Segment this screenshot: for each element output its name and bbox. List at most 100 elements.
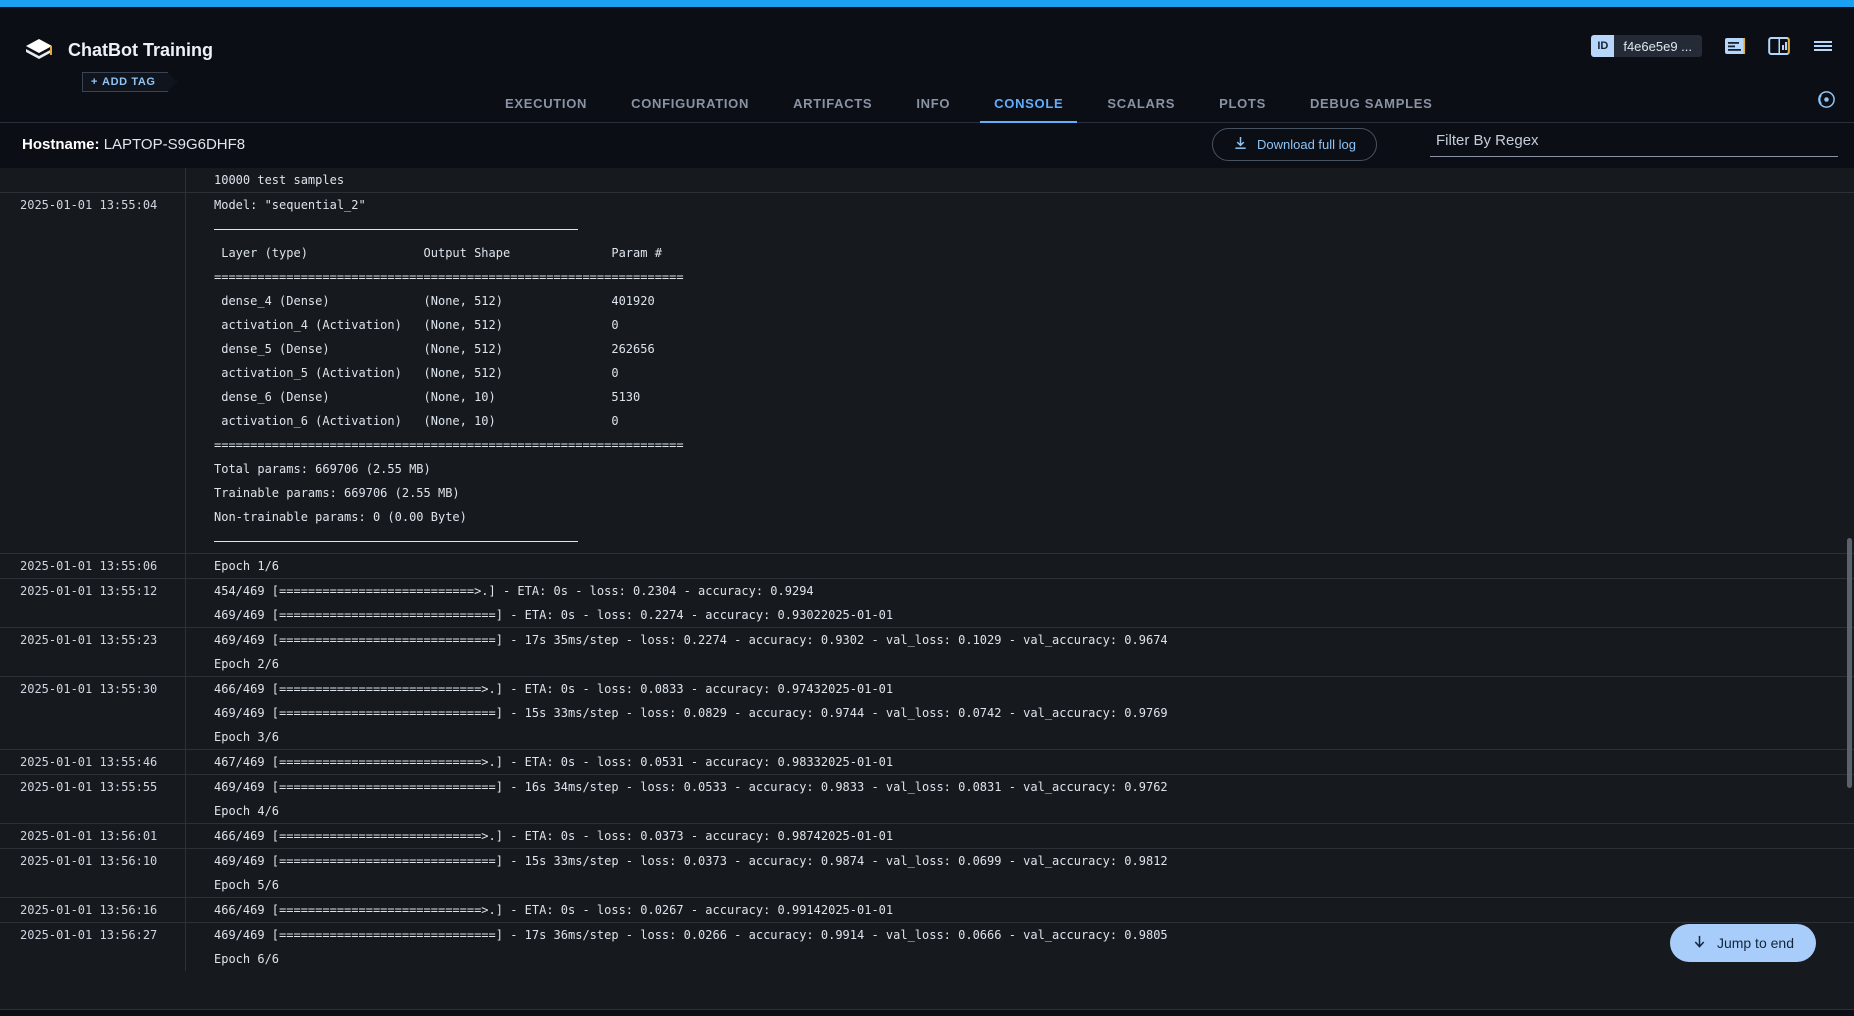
log-message: 467/469 [============================>.]… — [186, 750, 1854, 774]
log-timestamp — [0, 457, 186, 481]
log-message: 466/469 [============================>.]… — [186, 824, 1854, 848]
log-row: dense_6 (Dense) (None, 10) 5130 — [0, 385, 1854, 409]
log-message: activation_5 (Activation) (None, 512) 0 — [186, 361, 1854, 385]
task-id-value: f4e6e5e9 ... — [1614, 39, 1702, 54]
log-timestamp: 2025-01-01 13:55:55 — [0, 775, 186, 799]
tab-scalars[interactable]: SCALARS — [1085, 96, 1197, 122]
log-timestamp — [0, 529, 186, 553]
log-row: 2025-01-01 13:55:23469/469 [============… — [0, 627, 1854, 652]
log-timestamp — [0, 873, 186, 897]
log-row: dense_5 (Dense) (None, 512) 262656 — [0, 337, 1854, 361]
live-refresh-icon[interactable] — [1817, 90, 1836, 114]
tab-configuration[interactable]: CONFIGURATION — [609, 96, 771, 122]
log-row: activation_6 (Activation) (None, 10) 0 — [0, 409, 1854, 433]
log-timestamp: 2025-01-01 13:55:30 — [0, 677, 186, 701]
log-rows: 10000 test samples2025-01-01 13:55:04Mod… — [0, 168, 1854, 971]
log-message: Model: "sequential_2" — [186, 193, 1854, 217]
task-id-badge[interactable]: ID f4e6e5e9 ... — [1591, 35, 1702, 57]
layers-icon — [24, 37, 54, 63]
log-row: 2025-01-01 13:56:10469/469 [============… — [0, 848, 1854, 873]
log-row: Epoch 6/6 — [0, 947, 1854, 971]
log-row: 2025-01-01 13:56:16466/469 [============… — [0, 897, 1854, 922]
log-message: Epoch 5/6 — [186, 873, 1854, 897]
log-timestamp — [0, 701, 186, 725]
tab-debug-samples[interactable]: DEBUG SAMPLES — [1288, 96, 1455, 122]
console-toolbar: Hostname: LAPTOP-S9G6DHF8 Download full … — [0, 124, 1854, 168]
app-header: ChatBot Training + ADD TAG ID f4e6e5e9 .… — [0, 7, 1854, 83]
log-row: 2025-01-01 13:55:12454/469 [============… — [0, 578, 1854, 603]
tab-artifacts[interactable]: ARTIFACTS — [771, 96, 894, 122]
page-title: ChatBot Training — [68, 40, 213, 61]
log-timestamp — [0, 241, 186, 265]
console-log-panel[interactable]: 10000 test samples2025-01-01 13:55:04Mod… — [0, 168, 1854, 1016]
log-row: dense_4 (Dense) (None, 512) 401920 — [0, 289, 1854, 313]
tab-info[interactable]: INFO — [894, 96, 972, 122]
log-row — [0, 529, 1854, 553]
hostname-value: LAPTOP-S9G6DHF8 — [104, 136, 245, 153]
log-row: Epoch 5/6 — [0, 873, 1854, 897]
log-row: Layer (type) Output Shape Param # — [0, 241, 1854, 265]
tab-plots[interactable]: PLOTS — [1197, 96, 1288, 122]
log-row: Epoch 2/6 — [0, 652, 1854, 676]
log-timestamp: 2025-01-01 13:55:04 — [0, 193, 186, 217]
log-row: 469/469 [==============================]… — [0, 603, 1854, 627]
hostname-label: Hostname: — [22, 136, 100, 153]
compare-panel-icon[interactable] — [1768, 36, 1790, 56]
log-timestamp — [0, 725, 186, 749]
log-message — [186, 529, 1854, 553]
download-full-log-label: Download full log — [1257, 137, 1356, 152]
log-row: Trainable params: 669706 (2.55 MB) — [0, 481, 1854, 505]
jump-to-end-button[interactable]: Jump to end — [1670, 924, 1816, 962]
log-message: ========================================… — [186, 265, 1854, 289]
download-full-log-button[interactable]: Download full log — [1212, 128, 1377, 161]
log-message: activation_6 (Activation) (None, 10) 0 — [186, 409, 1854, 433]
log-message: Non-trainable params: 0 (0.00 Byte) — [186, 505, 1854, 529]
arrow-down-icon — [1692, 934, 1707, 952]
log-timestamp — [0, 337, 186, 361]
log-message: Epoch 1/6 — [186, 554, 1854, 578]
download-icon — [1233, 136, 1248, 154]
log-timestamp: 2025-01-01 13:55:46 — [0, 750, 186, 774]
log-row: 2025-01-01 13:55:30466/469 [============… — [0, 676, 1854, 701]
log-row: 2025-01-01 13:56:27469/469 [============… — [0, 922, 1854, 947]
log-message: ========================================… — [186, 433, 1854, 457]
log-timestamp — [0, 433, 186, 457]
hamburger-menu-icon[interactable] — [1812, 36, 1834, 56]
log-message: Epoch 3/6 — [186, 725, 1854, 749]
log-row: activation_4 (Activation) (None, 512) 0 — [0, 313, 1854, 337]
console-scrollbar[interactable] — [1847, 538, 1852, 788]
log-message: 466/469 [============================>.]… — [186, 898, 1854, 922]
log-timestamp — [0, 481, 186, 505]
log-timestamp — [0, 361, 186, 385]
log-row: Non-trainable params: 0 (0.00 Byte) — [0, 505, 1854, 529]
filter-field-wrapper — [1430, 130, 1838, 157]
log-message: 10000 test samples — [186, 168, 1854, 192]
tab-console[interactable]: CONSOLE — [972, 96, 1085, 122]
tab-execution[interactable]: EXECUTION — [483, 96, 609, 122]
log-row: 10000 test samples — [0, 168, 1854, 192]
log-message: 469/469 [==============================]… — [186, 603, 1854, 627]
log-row: 2025-01-01 13:55:06Epoch 1/6 — [0, 553, 1854, 578]
log-row: activation_5 (Activation) (None, 512) 0 — [0, 361, 1854, 385]
log-message: Layer (type) Output Shape Param # — [186, 241, 1854, 265]
log-timestamp — [0, 265, 186, 289]
log-message: Epoch 2/6 — [186, 652, 1854, 676]
header-actions: ID f4e6e5e9 ... — [1591, 35, 1834, 57]
log-message: 469/469 [==============================]… — [186, 849, 1854, 873]
log-row: 469/469 [==============================]… — [0, 701, 1854, 725]
log-message: dense_6 (Dense) (None, 10) 5130 — [186, 385, 1854, 409]
jump-to-end-label: Jump to end — [1717, 935, 1794, 951]
log-row: ========================================… — [0, 433, 1854, 457]
filter-by-regex-input[interactable] — [1430, 130, 1838, 157]
log-message: Epoch 4/6 — [186, 799, 1854, 823]
log-row: ========================================… — [0, 265, 1854, 289]
log-message: activation_4 (Activation) (None, 512) 0 — [186, 313, 1854, 337]
log-message: Trainable params: 669706 (2.55 MB) — [186, 481, 1854, 505]
log-message — [186, 217, 1854, 241]
log-timestamp — [0, 168, 186, 192]
log-panel-icon[interactable] — [1724, 36, 1746, 56]
log-timestamp: 2025-01-01 13:56:27 — [0, 923, 186, 947]
log-timestamp — [0, 217, 186, 241]
log-timestamp — [0, 603, 186, 627]
log-row — [0, 217, 1854, 241]
